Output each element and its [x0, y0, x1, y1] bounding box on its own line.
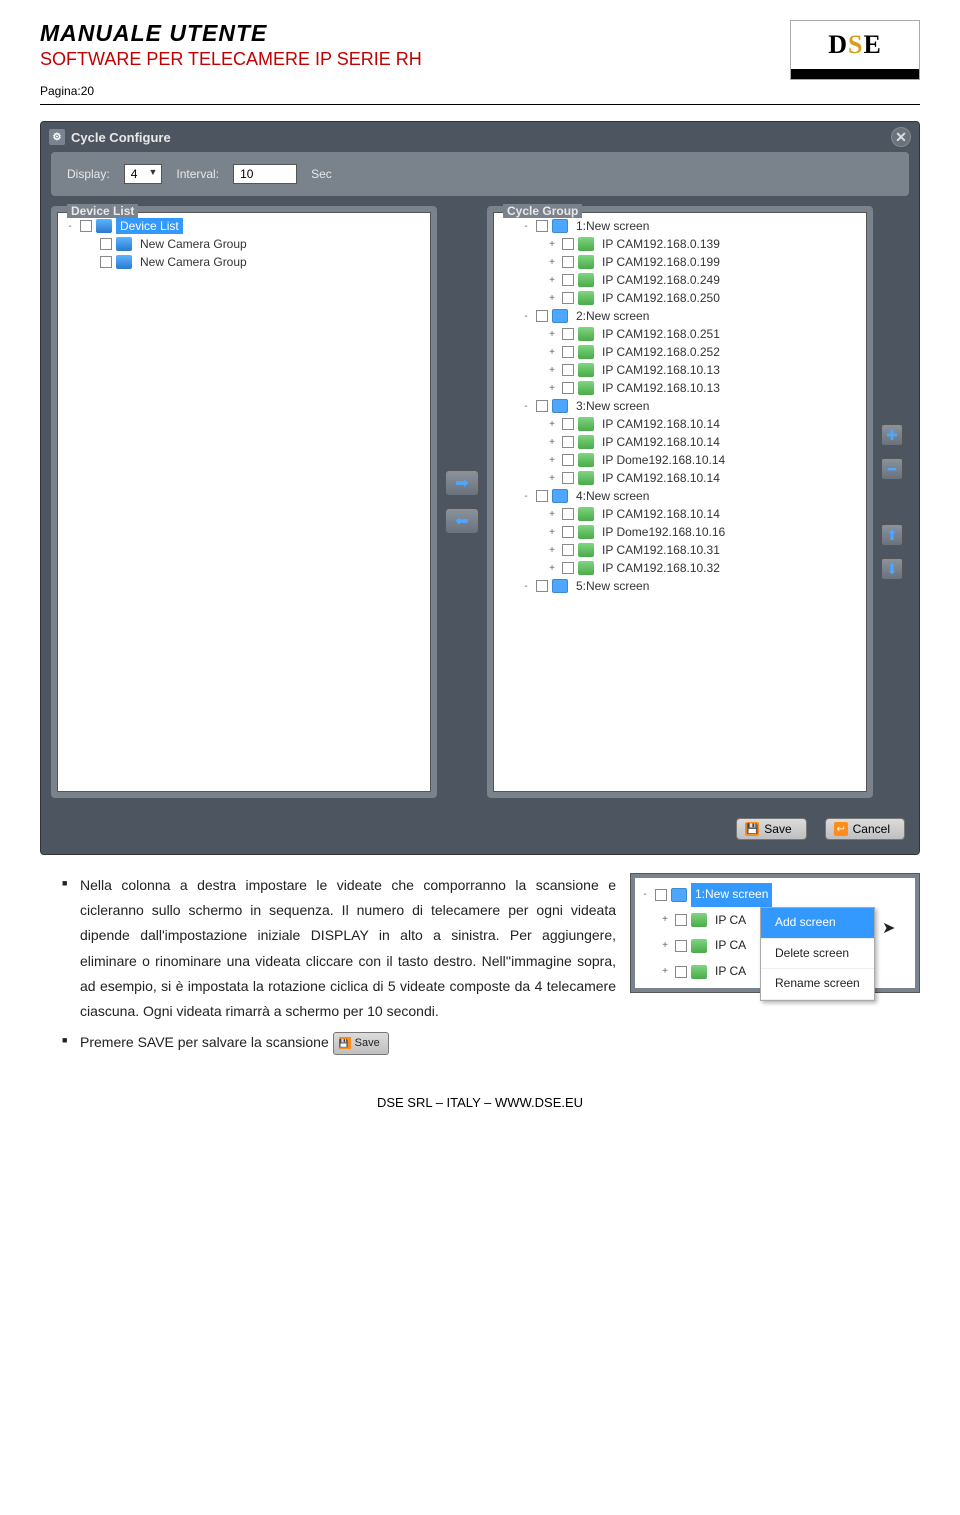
context-menu-item[interactable]: Delete screen	[761, 939, 874, 970]
cycle-camera-item[interactable]: +IP CAM192.168.0.199	[500, 253, 860, 271]
sec-label: Sec	[311, 167, 332, 181]
display-select[interactable]: 4	[124, 164, 163, 184]
cycle-group-panel: Cycle Group -1:New screen+IP CAM192.168.…	[487, 206, 873, 798]
cycle-configure-window: ⚙ Cycle Configure ✕ Display: 4 Interval:…	[40, 121, 920, 855]
cycle-screen-item[interactable]: -4:New screen	[500, 487, 860, 505]
move-right-button[interactable]: ➡	[445, 470, 479, 496]
device-list-panel: Device List -Device ListNew Camera Group…	[51, 206, 437, 798]
doc-subtitle: SOFTWARE PER TELECAMERE IP SERIE RH	[40, 49, 422, 70]
cycle-group-tree[interactable]: -1:New screen+IP CAM192.168.0.139+IP CAM…	[493, 212, 867, 792]
bullet-1: -1:New screen+IP CA+IP CA+IP CA Add scre…	[40, 873, 920, 1024]
interval-input[interactable]: 10	[233, 164, 297, 184]
device-list-item[interactable]: New Camera Group	[64, 253, 424, 271]
header-divider	[40, 104, 920, 105]
cycle-camera-item[interactable]: +IP CAM192.168.0.251	[500, 325, 860, 343]
cycle-camera-item[interactable]: +IP CAM192.168.0.249	[500, 271, 860, 289]
cancel-button[interactable]: ↩ Cancel	[825, 818, 905, 840]
inline-save-button: 💾 Save	[333, 1032, 389, 1056]
move-up-button[interactable]: ⬆	[881, 524, 903, 546]
cycle-camera-item[interactable]: +IP Dome192.168.10.14	[500, 451, 860, 469]
bullet-2: Premere SAVE per salvare la scansione 💾 …	[40, 1030, 920, 1055]
cycle-camera-item[interactable]: +IP CAM192.168.10.32	[500, 559, 860, 577]
page-label: Pagina:20	[40, 84, 422, 98]
cycle-camera-item[interactable]: +IP CAM192.168.0.139	[500, 235, 860, 253]
cycle-camera-item[interactable]: +IP CAM192.168.10.31	[500, 541, 860, 559]
window-icon: ⚙	[49, 129, 65, 145]
cycle-screen-item[interactable]: -2:New screen	[500, 307, 860, 325]
cycle-group-title: Cycle Group	[503, 204, 582, 218]
cursor-icon: ➤	[882, 915, 895, 944]
page-footer: DSE SRL – ITALY – WWW.DSE.EU	[40, 1095, 920, 1110]
device-list-tree[interactable]: -Device ListNew Camera GroupNew Camera G…	[57, 212, 431, 792]
cycle-camera-item[interactable]: +IP CAM192.168.10.14	[500, 469, 860, 487]
move-left-button[interactable]: ⬅	[445, 508, 479, 534]
device-list-item[interactable]: New Camera Group	[64, 235, 424, 253]
context-menu-inset: -1:New screen+IP CA+IP CA+IP CA Add scre…	[630, 873, 920, 1003]
remove-button[interactable]: ━	[881, 458, 903, 480]
move-down-button[interactable]: ⬇	[881, 558, 903, 580]
save-icon: 💾	[339, 1037, 351, 1049]
ctx-screen-item[interactable]: -1:New screen	[639, 882, 911, 908]
context-menu-item[interactable]: Rename screen	[761, 969, 874, 1000]
cycle-camera-item[interactable]: +IP CAM192.168.10.13	[500, 379, 860, 397]
add-button[interactable]: ✚	[881, 424, 903, 446]
cycle-screen-item[interactable]: -5:New screen	[500, 577, 860, 595]
toolbar: Display: 4 Interval: 10 Sec	[51, 152, 909, 196]
window-close-button[interactable]: ✕	[891, 127, 911, 147]
window-title: Cycle Configure	[71, 130, 171, 145]
cycle-camera-item[interactable]: +IP CAM192.168.10.13	[500, 361, 860, 379]
cycle-camera-item[interactable]: +IP CAM192.168.0.250	[500, 289, 860, 307]
save-button[interactable]: 💾 Save	[736, 818, 806, 840]
display-label: Display:	[67, 167, 110, 181]
cycle-camera-item[interactable]: +IP Dome192.168.10.16	[500, 523, 860, 541]
device-list-title: Device List	[67, 204, 138, 218]
interval-label: Interval:	[176, 167, 219, 181]
context-menu[interactable]: Add screenDelete screenRename screen	[760, 907, 875, 1001]
device-list-root[interactable]: -Device List	[64, 217, 424, 235]
doc-title: MANUALE UTENTE	[40, 20, 422, 47]
save-icon: 💾	[745, 822, 759, 836]
dse-logo: DSE	[790, 20, 920, 80]
cycle-camera-item[interactable]: +IP CAM192.168.0.252	[500, 343, 860, 361]
cycle-screen-item[interactable]: -1:New screen	[500, 217, 860, 235]
cancel-icon: ↩	[834, 822, 848, 836]
cycle-screen-item[interactable]: -3:New screen	[500, 397, 860, 415]
cycle-camera-item[interactable]: +IP CAM192.168.10.14	[500, 505, 860, 523]
cycle-camera-item[interactable]: +IP CAM192.168.10.14	[500, 415, 860, 433]
cycle-camera-item[interactable]: +IP CAM192.168.10.14	[500, 433, 860, 451]
context-menu-item[interactable]: Add screen	[761, 908, 874, 939]
